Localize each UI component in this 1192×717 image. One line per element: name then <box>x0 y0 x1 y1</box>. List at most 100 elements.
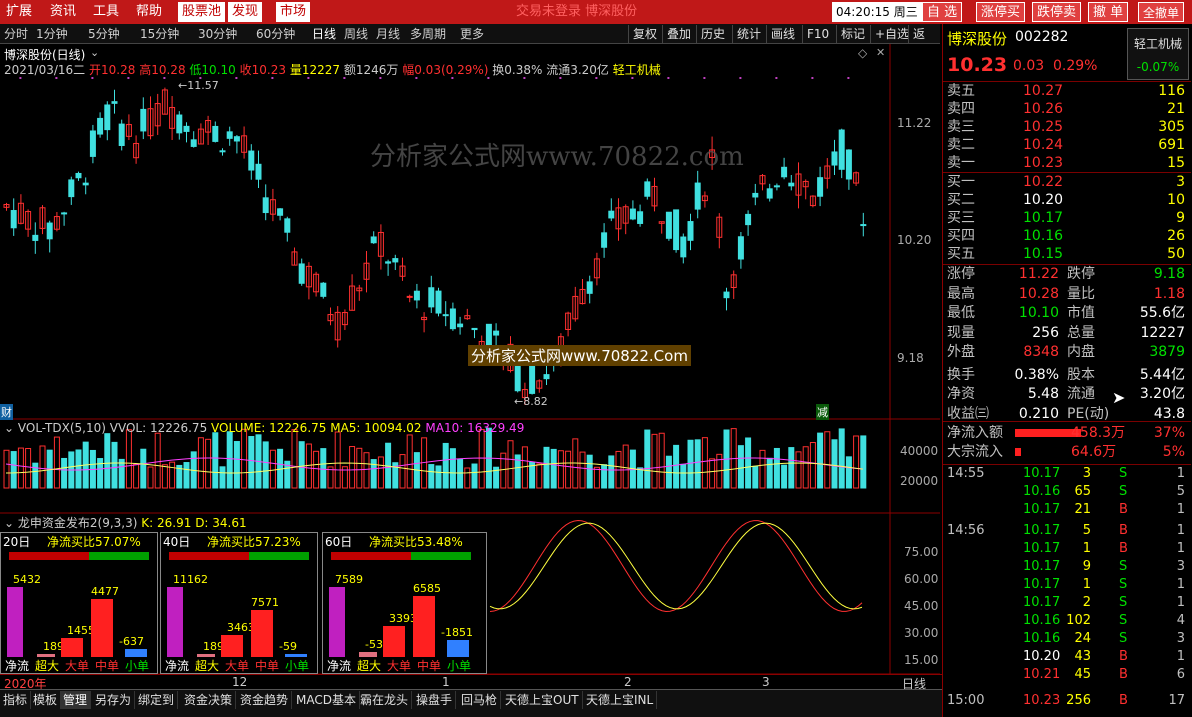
draw-button[interactable]: 画线 <box>766 25 799 43</box>
tab-trader[interactable]: 操盘手 <box>413 691 457 709</box>
f10-button[interactable]: F10 <box>802 25 833 43</box>
period-5min[interactable]: 5分钟 <box>88 25 120 43</box>
stats-button[interactable]: 统计 <box>732 25 765 43</box>
tab-tiande-inl[interactable]: 天德上宝INL <box>583 691 658 709</box>
mark-button[interactable]: 标记 <box>836 25 869 43</box>
tick-row[interactable]: 10.17 9 S 3 <box>943 558 1189 576</box>
sector-box[interactable]: 轻工机械 -0.07% <box>1127 28 1189 80</box>
tab-bind-to[interactable]: 绑定到 <box>135 691 179 709</box>
period-daily[interactable]: 日线 <box>312 25 336 43</box>
ask-row[interactable]: 卖一 10.23 15 <box>943 154 1189 172</box>
tick-row[interactable]: 10.17 21 B 1 <box>943 501 1189 519</box>
candle-body <box>248 150 255 171</box>
volume-bar <box>860 435 867 489</box>
cancel-order-button[interactable]: 撤 单 <box>1088 2 1129 22</box>
period-timeshare[interactable]: 分时 <box>4 25 28 43</box>
tab-dragon-head[interactable]: 霸在龙头 <box>357 691 413 709</box>
chevron-down-icon[interactable]: ⌄ <box>90 46 99 59</box>
tab-fund-trend[interactable]: 资金趋势 <box>237 691 293 709</box>
limit-up-buy-button[interactable]: 涨停买 <box>976 2 1026 22</box>
flow-bar-value: 6585 <box>413 582 441 596</box>
candle-body <box>435 290 442 314</box>
history-button[interactable]: 历史 <box>696 25 729 43</box>
tick-row[interactable]: 10.21 45 B 6 <box>943 666 1189 684</box>
flow-bar-3 <box>91 599 113 657</box>
close-icon[interactable]: ✕ <box>876 46 885 59</box>
ask-row[interactable]: 卖四 10.26 21 <box>943 100 1189 118</box>
ind-d: D: 34.61 <box>195 516 247 530</box>
finance-marker[interactable]: 财 <box>0 404 13 420</box>
tick-row[interactable]: 10.17 2 S 1 <box>943 594 1189 612</box>
tick-row[interactable]: 10.16 102 S 4 <box>943 612 1189 630</box>
ask-row[interactable]: 卖二 10.24 691 <box>943 136 1189 154</box>
bid-row[interactable]: 买一 10.22 3 <box>943 173 1189 191</box>
tab-stock-pool[interactable]: 股票池 <box>178 2 226 22</box>
tab-horse-spear[interactable]: 回马枪 <box>458 691 502 709</box>
volume-bar <box>586 454 593 489</box>
reduce-marker[interactable]: 减 <box>816 404 829 420</box>
adjust-button[interactable]: 复权 <box>628 25 661 43</box>
tab-market[interactable]: 市场 <box>276 2 311 22</box>
tick-row[interactable]: 15:00 10.23 256 B 17 <box>943 692 1189 710</box>
tab-tiande-out[interactable]: 天德上宝OUT <box>502 691 583 709</box>
tab-indicator[interactable]: 指标 <box>0 691 32 709</box>
menu-expand[interactable]: 扩展 <box>2 2 36 22</box>
add-watchlist-button[interactable]: +自选 <box>870 25 913 43</box>
ratio-bar-red <box>331 552 411 560</box>
tick-row[interactable]: 10.17 1 B 1 <box>943 540 1189 558</box>
period-more[interactable]: 更多 <box>460 25 484 43</box>
period-30min[interactable]: 30分钟 <box>198 25 237 43</box>
tab-manage[interactable]: 管理 <box>60 691 92 709</box>
ask-volume: 21 <box>1167 101 1185 117</box>
tick-row[interactable]: 10.16 65 S 5 <box>943 483 1189 501</box>
tick-side: B <box>1119 541 1128 556</box>
menu-tools[interactable]: 工具 <box>89 2 123 22</box>
tick-row[interactable]: 10.16 24 S 3 <box>943 630 1189 648</box>
tab-save-as[interactable]: 另存为 <box>92 691 136 709</box>
signal-dot <box>667 77 670 79</box>
tick-row[interactable]: 10.20 43 B 1 <box>943 648 1189 666</box>
stat-label-a: 收益㈢ <box>947 405 989 422</box>
ask-row[interactable]: 卖五 10.27 116 <box>943 82 1189 100</box>
candle-body <box>10 210 17 229</box>
period-multi[interactable]: 多周期 <box>410 25 446 43</box>
bid-row[interactable]: 买二 10.20 10 <box>943 191 1189 209</box>
period-60min[interactable]: 60分钟 <box>256 25 295 43</box>
overlay-button[interactable]: 叠加 <box>662 25 695 43</box>
period-weekly[interactable]: 周线 <box>344 25 368 43</box>
volume-bar <box>320 448 327 489</box>
tick-list[interactable]: 14:55 10.17 3 S 1 10.16 65 S 5 10.17 21 B 1 14:56 10.1… <box>943 465 1191 715</box>
tab-fund-decision[interactable]: 资金决策 <box>181 691 237 709</box>
tick-row[interactable]: 14:56 10.17 5 B 1 <box>943 522 1189 540</box>
period-1min[interactable]: 1分钟 <box>36 25 68 43</box>
date-axis-feb: 2 <box>624 675 632 689</box>
back-button[interactable]: 返回 <box>908 25 940 59</box>
tab-template[interactable]: 模板 <box>30 691 62 709</box>
menu-news[interactable]: 资讯 <box>46 2 80 22</box>
tab-macd-basic[interactable]: MACD基本 <box>293 691 360 709</box>
period-15min[interactable]: 15分钟 <box>140 25 179 43</box>
limit-down-sell-button[interactable]: 跌停卖 <box>1032 2 1082 22</box>
candle-body <box>694 182 701 210</box>
tick-price: 10.16 <box>1023 631 1061 646</box>
tick-row[interactable]: 10.17 1 S 1 <box>943 576 1189 594</box>
bid-row[interactable]: 买五 10.15 50 <box>943 245 1189 263</box>
period-monthly[interactable]: 月线 <box>376 25 400 43</box>
diamond-icon[interactable]: ◇ <box>858 46 867 60</box>
cancel-all-button[interactable]: 全撤单 <box>1138 2 1185 22</box>
ask-row[interactable]: 卖三 10.25 305 <box>943 118 1189 136</box>
menu-help[interactable]: 帮助 <box>132 2 166 22</box>
tab-discover[interactable]: 发现 <box>228 2 263 22</box>
bid-row[interactable]: 买三 10.17 9 <box>943 209 1189 227</box>
bid-row[interactable]: 买四 10.16 26 <box>943 227 1189 245</box>
chevron-down-icon[interactable]: ⌄ <box>4 421 14 435</box>
candle-body <box>838 129 845 170</box>
watchlist-button[interactable]: 自 选 <box>922 2 963 22</box>
chevron-down-icon[interactable]: ⌄ <box>4 516 14 530</box>
tick-price: 10.17 <box>1023 559 1061 574</box>
stat-value-a: 5.48 <box>1027 386 1059 402</box>
tick-row[interactable]: 14:55 10.17 3 S 1 <box>943 465 1189 483</box>
price-change-pct: 0.29% <box>1053 58 1098 74</box>
tick-count: 1 <box>1176 523 1185 538</box>
bid-price: 10.22 <box>1023 174 1064 190</box>
